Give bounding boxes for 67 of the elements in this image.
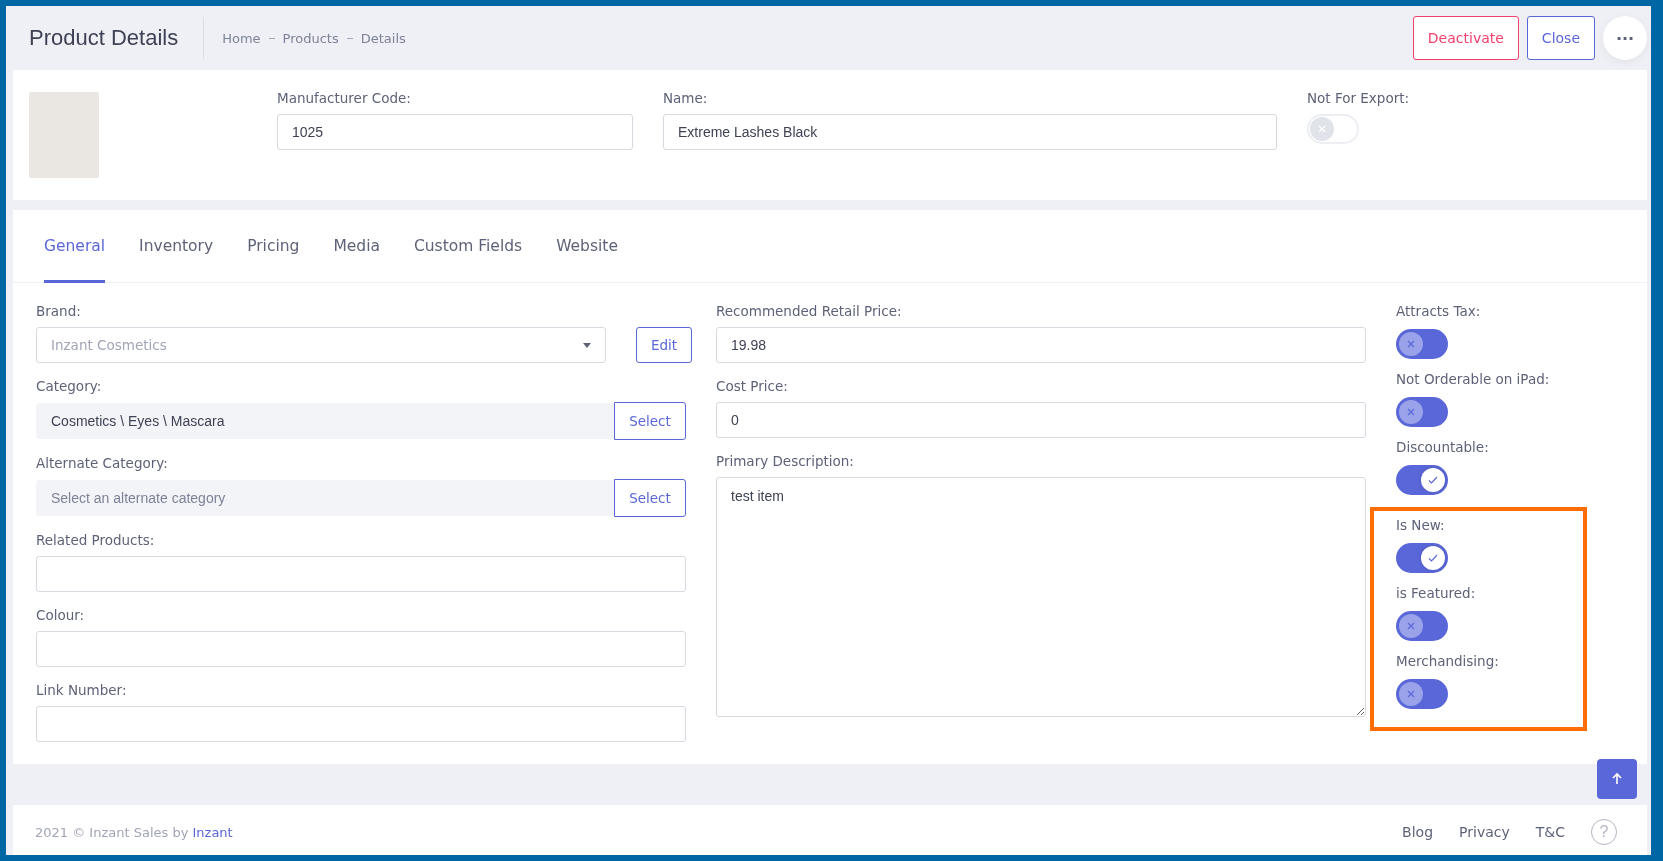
scroll-top-button[interactable] [1597,759,1637,799]
toggle-switch[interactable] [1396,679,1448,709]
toggle-label: Discountable: [1396,439,1490,455]
more-button[interactable]: ··· [1603,16,1647,60]
tab[interactable]: Custom Fields [413,210,523,283]
check-icon [1427,552,1439,564]
field-label: Colour: [36,607,86,623]
breadcrumb-link[interactable]: Home [222,30,261,46]
footer-link[interactable]: T&C [1535,824,1565,840]
toggle-switch[interactable] [1396,543,1448,573]
select-button[interactable]: Select [614,402,686,440]
field-label: Alternate Category: [36,455,169,471]
header-button[interactable]: Deactivate [1412,16,1519,60]
field-label: Manufacturer Code: [277,90,412,106]
toggle-label: is Featured: [1396,585,1477,601]
cross-icon [1405,688,1417,700]
footer-link[interactable]: Blog [1402,824,1434,840]
toggle-switch[interactable] [1396,329,1448,359]
breadcrumb-link[interactable]: Details [360,30,406,46]
text-field[interactable] [36,631,686,667]
cross-icon [1405,620,1417,632]
cross-icon [1405,338,1417,350]
check-icon [1427,474,1439,486]
tab[interactable]: Website [556,210,618,283]
text-field[interactable] [36,556,686,592]
edit-button[interactable]: Edit [636,327,693,363]
toggle-switch[interactable] [1396,465,1448,495]
copyright-text: 2021 © Inzant Sales by Inzant [35,824,233,840]
tab[interactable]: Media [333,210,380,283]
text-field[interactable]: 19.98 [716,327,1366,363]
cross-icon [1316,123,1328,135]
category-field[interactable]: Select an alternate category [36,480,614,516]
toggle-label: Attracts Tax: [1396,303,1482,319]
toggle-label: Is New: [1396,517,1446,533]
field-label: Cost Price: [716,378,789,394]
breadcrumb-separator-icon [346,37,353,39]
text-field[interactable]: Extreme Lashes Black [663,114,1277,150]
page-title: Product Details [29,25,179,51]
footer-link[interactable]: Privacy [1459,824,1510,840]
arrow-up-icon [1610,772,1624,786]
field-label: Brand: [36,303,82,319]
field-label: Not For Export: [1307,90,1410,106]
toggle-label: Not Orderable on iPad: [1396,371,1551,387]
field-label: Related Products: [36,532,156,548]
header-button[interactable]: Close [1526,16,1595,60]
field-label: Recommended Retail Price: [716,303,903,319]
tab[interactable]: Pricing [247,210,300,283]
toggle-label: Merchandising: [1396,653,1499,669]
breadcrumb-separator-icon [268,37,275,39]
field-label: Primary Description: [716,453,855,469]
select-button[interactable]: Select [614,479,686,517]
toggle-switch[interactable] [1396,611,1448,641]
breadcrumb-link[interactable]: Products [282,30,339,46]
category-field[interactable]: Cosmetics \ Eyes \ Mascara [36,403,614,439]
caret-icon [583,342,591,348]
description-textarea[interactable]: test item [716,477,1366,717]
field-label: Link Number: [36,682,128,698]
company-link[interactable]: Inzant [192,824,233,840]
cross-icon [1405,406,1417,418]
tab[interactable]: General [44,210,106,283]
text-field[interactable]: 1025 [277,114,633,150]
field-label: Name: [663,90,709,106]
toggle-switch[interactable] [1396,397,1448,427]
tab[interactable]: Inventory [139,210,214,283]
text-field[interactable] [36,706,686,742]
field-label: Category: [36,378,103,394]
text-field[interactable]: 0 [716,402,1366,438]
